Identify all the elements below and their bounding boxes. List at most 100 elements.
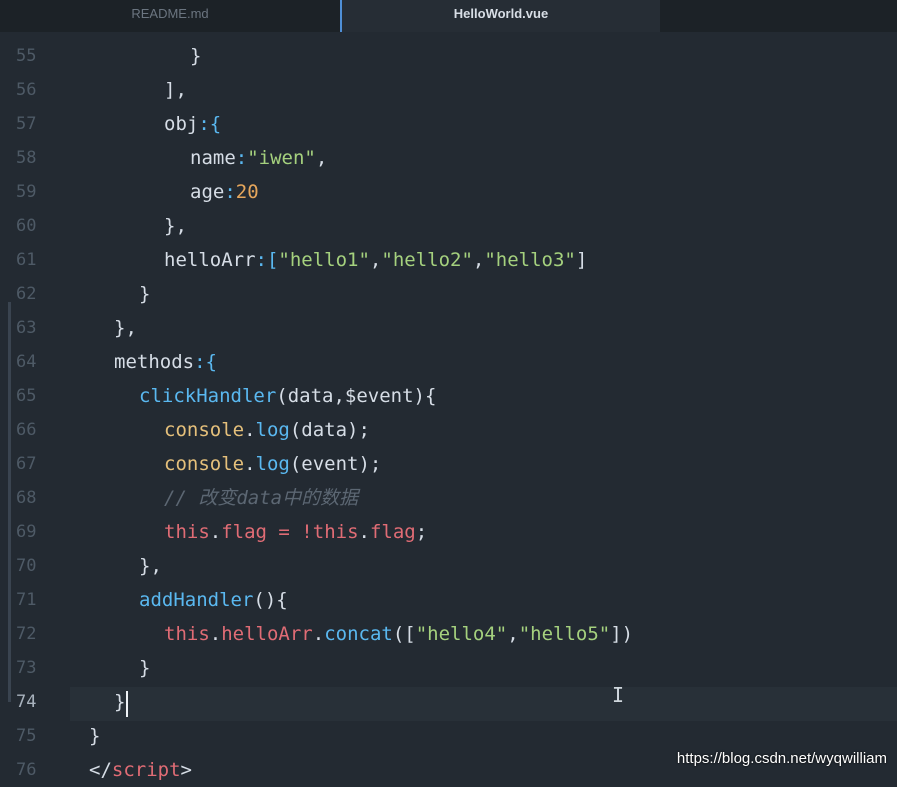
- code-punct: ([: [392, 623, 416, 645]
- line-number: 67: [16, 454, 37, 474]
- code-punct: </: [89, 759, 112, 781]
- code-line-75[interactable]: }: [89, 719, 100, 753]
- code-line-61[interactable]: helloArr:["hello1","hello2","hello3"]: [164, 243, 587, 277]
- line-number: 61: [16, 250, 37, 270]
- code-operator: = !: [266, 521, 313, 543]
- code-params: (event);: [289, 453, 382, 475]
- code-punct: ]: [575, 249, 588, 271]
- tab-helloworld-vue[interactable]: HelloWorld.vue: [340, 0, 660, 32]
- line-number: 62: [16, 284, 37, 304]
- current-line-highlight: [70, 687, 897, 721]
- code-keyword: this: [164, 521, 210, 543]
- code-keyword: this: [164, 623, 210, 645]
- code-text: }: [114, 691, 126, 713]
- code-punct: :: [224, 181, 236, 203]
- code-params: (data,$event){: [276, 385, 437, 407]
- code-property: flag: [221, 521, 267, 543]
- code-line-72[interactable]: this.helloArr.concat(["hello4","hello5"]…: [164, 617, 633, 651]
- code-punct: .: [358, 521, 370, 543]
- code-line-56[interactable]: ],: [164, 73, 187, 107]
- scroll-indicator[interactable]: [8, 302, 11, 702]
- code-string: "hello5": [518, 623, 611, 645]
- line-number: 58: [16, 148, 37, 168]
- code-punct: .: [209, 521, 222, 543]
- code-line-74[interactable]: }: [114, 685, 125, 719]
- line-number-current: 74: [16, 692, 37, 712]
- code-line-64[interactable]: methods:{: [114, 345, 217, 379]
- code-punct: .: [244, 419, 256, 441]
- code-text: }: [139, 283, 151, 305]
- line-number: 69: [16, 522, 37, 542]
- code-punct: ,: [369, 249, 382, 271]
- code-line-59[interactable]: age:20: [190, 175, 259, 209]
- code-line-69[interactable]: this.flag = !this.flag;: [164, 515, 427, 549]
- code-line-68[interactable]: // 改变data中的数据: [164, 481, 358, 515]
- code-object: console: [164, 453, 245, 475]
- line-number: 72: [16, 624, 37, 644]
- code-line-76[interactable]: </script>: [89, 753, 192, 787]
- i-beam-cursor-icon: I: [612, 683, 625, 707]
- line-number: 64: [16, 352, 37, 372]
- code-line-55[interactable]: }: [190, 39, 201, 73]
- code-punct: :{: [194, 351, 217, 373]
- code-text: }: [190, 45, 202, 67]
- code-comment: // 改变data中的数据: [164, 487, 359, 509]
- code-punct: :[: [255, 249, 279, 271]
- code-line-63[interactable]: },: [114, 311, 137, 345]
- line-number: 75: [16, 726, 37, 746]
- code-punct: ,: [315, 147, 328, 169]
- line-number: 65: [16, 386, 37, 406]
- code-string: "hello4": [415, 623, 508, 645]
- text-cursor: [126, 691, 128, 717]
- code-tag: script: [111, 759, 181, 781]
- code-line-70[interactable]: },: [139, 549, 162, 583]
- line-number: 76: [16, 760, 37, 780]
- tab-readme[interactable]: README.md: [0, 0, 340, 32]
- code-punct: ;: [415, 521, 428, 543]
- code-line-66[interactable]: console.log(data);: [164, 413, 370, 447]
- code-key: helloArr: [164, 249, 256, 271]
- line-number: 63: [16, 318, 37, 338]
- code-text: }: [89, 725, 101, 747]
- code-punct: .: [209, 623, 222, 645]
- code-text: }: [139, 657, 151, 679]
- code-string: "hello3": [484, 249, 576, 271]
- code-text: },: [164, 215, 187, 237]
- code-line-57[interactable]: obj:{: [164, 107, 221, 141]
- code-params: (){: [253, 589, 288, 611]
- code-punct: .: [244, 453, 256, 475]
- code-params: (data);: [289, 419, 370, 441]
- code-property: helloArr: [221, 623, 313, 645]
- code-line-60[interactable]: },: [164, 209, 187, 243]
- code-text: ],: [164, 79, 187, 101]
- watermark: https://blog.csdn.net/wyqwilliam: [676, 750, 887, 767]
- code-string: "hello2": [381, 249, 473, 271]
- code-line-71[interactable]: addHandler(){: [139, 583, 288, 617]
- line-number: 66: [16, 420, 37, 440]
- code-function: log: [255, 419, 290, 441]
- line-number: 55: [16, 46, 37, 66]
- code-punct: :{: [198, 113, 222, 135]
- code-line-62[interactable]: }: [139, 277, 150, 311]
- code-key: obj: [164, 113, 199, 135]
- code-function: concat: [324, 623, 393, 645]
- code-line-58[interactable]: name:"iwen",: [190, 141, 327, 175]
- code-string: "iwen": [247, 147, 316, 169]
- code-punct: >: [180, 759, 192, 781]
- code-object: console: [164, 419, 245, 441]
- line-number: 59: [16, 182, 37, 202]
- code-line-73[interactable]: }: [139, 651, 150, 685]
- line-number: 56: [16, 80, 37, 100]
- code-function: addHandler: [139, 589, 254, 611]
- code-line-65[interactable]: clickHandler(data,$event){: [139, 379, 436, 413]
- code-text: },: [114, 317, 137, 339]
- line-number: 73: [16, 658, 37, 678]
- tab-bar: README.md HelloWorld.vue: [0, 0, 897, 32]
- code-punct: ,: [472, 249, 485, 271]
- code-function: clickHandler: [139, 385, 277, 407]
- line-number: 57: [16, 114, 37, 134]
- code-key: name: [190, 147, 236, 169]
- code-string: "hello1": [278, 249, 370, 271]
- code-punct: ]): [610, 623, 634, 645]
- code-line-67[interactable]: console.log(event);: [164, 447, 381, 481]
